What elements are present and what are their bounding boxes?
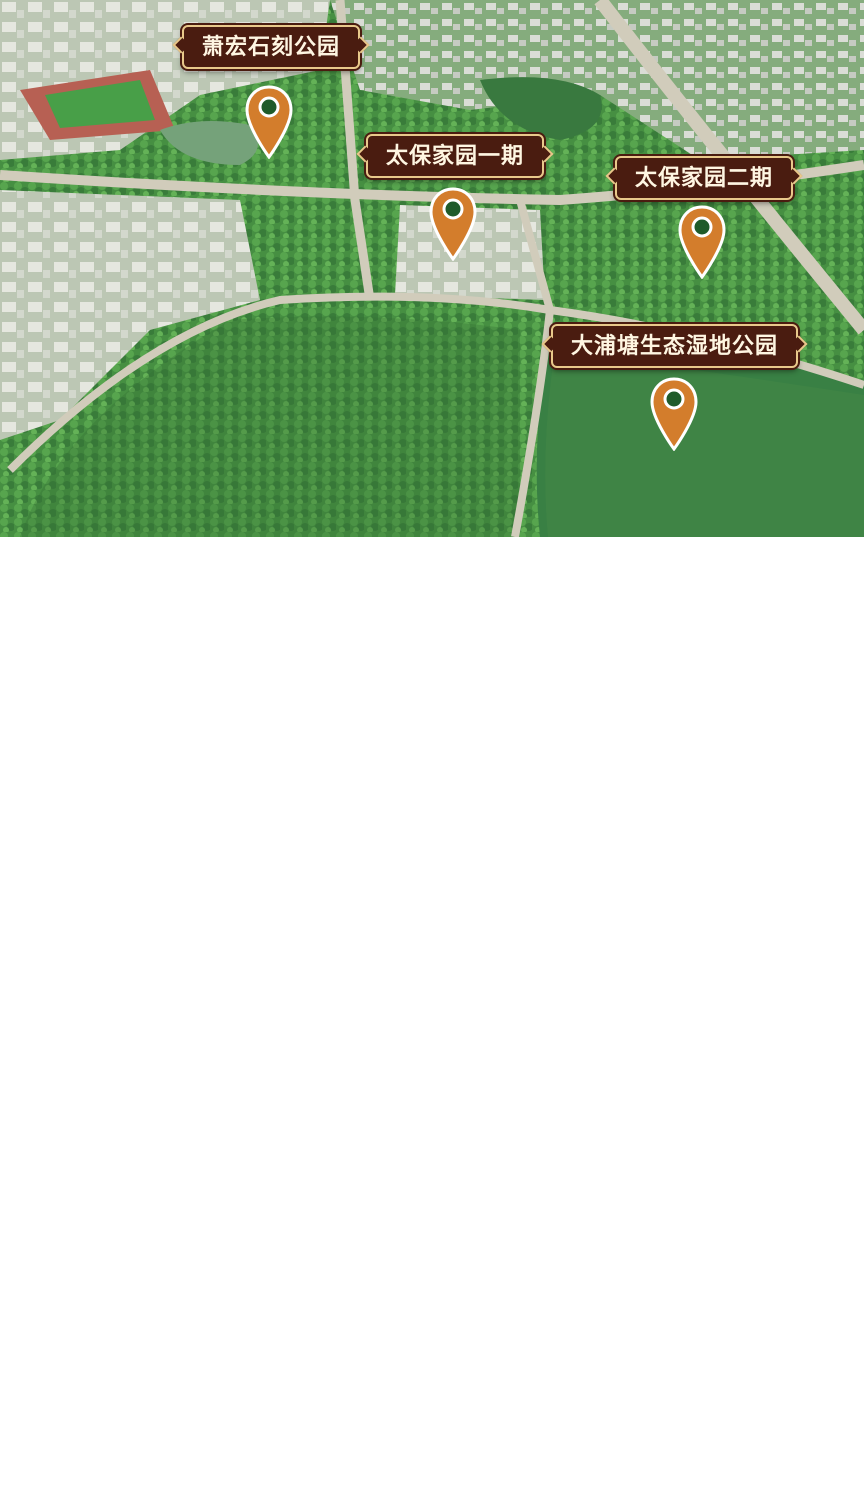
aerial-map: 萧宏石刻公园 太保家园一期 太保家园二期 大浦塘生态湿地公园 [0,0,864,537]
marker-label-taibao-phase-1: 太保家园一期 [366,134,545,178]
marker-label-dapu-wetland-park: 大浦塘生态湿地公园 [551,324,799,368]
marker-label-taibao-phase-2: 太保家园二期 [615,156,794,200]
blank-area [0,537,864,1509]
aerial-photo [0,0,864,537]
map-pin-icon[interactable] [245,85,293,159]
marker-label-xiaohong-park: 萧宏石刻公园 [182,25,361,69]
map-pin-icon[interactable] [650,377,698,451]
map-pin-icon[interactable] [678,205,726,279]
map-pin-icon[interactable] [429,187,477,261]
